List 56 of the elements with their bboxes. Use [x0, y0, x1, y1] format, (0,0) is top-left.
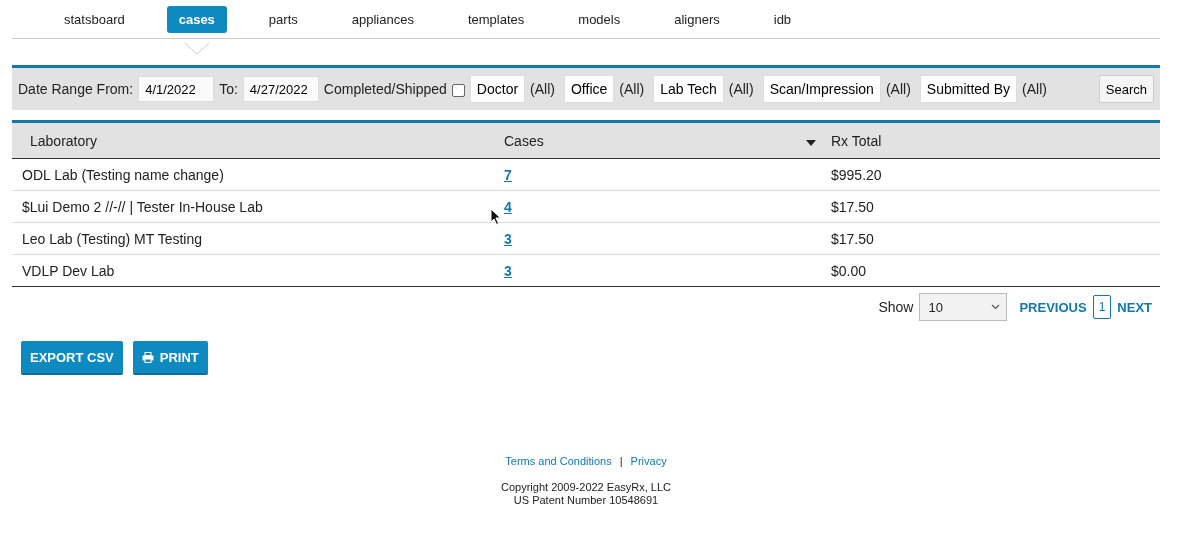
date-to-field[interactable]: 4/27/2022 [242, 76, 319, 102]
table-cell: Leo Lab (Testing) MT Testing [12, 222, 503, 255]
table-cell: VDLP Dev Lab [12, 254, 503, 287]
filter-button[interactable]: Office [563, 75, 615, 103]
print-button[interactable]: PRINT [132, 341, 208, 375]
nav-tab[interactable]: parts [256, 5, 310, 33]
column-header[interactable]: Cases [503, 121, 805, 159]
completed-checkbox[interactable] [451, 84, 465, 97]
privacy-link[interactable]: Privacy [630, 455, 667, 467]
nav-tab[interactable]: templates [455, 5, 537, 33]
filter-value: (All) [619, 81, 645, 97]
page-size-select[interactable]: 10 [919, 293, 1008, 321]
filter-label: To: [219, 81, 238, 97]
nav-tab[interactable]: statsboard [52, 5, 137, 33]
filter-value: (All) [530, 81, 555, 97]
chevron-down-icon [991, 304, 1001, 310]
pointer-notch-icon [184, 42, 209, 55]
table-cell: ODL Lab (Testing name change) [12, 158, 503, 191]
cases-link[interactable]: 3 [504, 262, 512, 279]
table-cell: $17.50 [831, 190, 1160, 223]
printer-icon [141, 351, 154, 363]
table-cell: $17.50 [831, 222, 1160, 255]
filter-value: (All) [1022, 81, 1047, 97]
cases-link[interactable]: 4 [504, 198, 512, 215]
page-number[interactable]: 1 [1092, 295, 1112, 319]
filter-value: (All) [728, 81, 754, 97]
mouse-pointer-icon [490, 208, 502, 226]
nav-tab[interactable]: idb [761, 5, 804, 33]
nav-tab[interactable]: aligners [662, 5, 732, 33]
nav-tab[interactable]: models [566, 5, 633, 33]
table-cell: $0.00 [831, 254, 1160, 287]
separator: | [619, 455, 623, 467]
previous-link[interactable]: PREVIOUS [1019, 299, 1087, 315]
sort-icon[interactable] [806, 139, 816, 146]
show-label: Show [878, 299, 914, 315]
cases-link[interactable]: 3 [504, 230, 512, 247]
table-cell: $995.20 [831, 158, 1160, 191]
filter-label: Completed/Shipped [323, 81, 447, 97]
filter-button[interactable]: Scan/Impression [762, 75, 881, 103]
nav-tab[interactable]: cases [166, 5, 227, 33]
copyright-text: Copyright 2009-2022 EasyRx, LLC [501, 481, 671, 494]
export-csv-button[interactable]: EXPORT CSV [21, 341, 123, 375]
filter-value: (All) [885, 81, 911, 97]
nav-tab[interactable]: appliances [339, 5, 426, 33]
date-from-field[interactable]: 4/1/2022 [138, 76, 215, 102]
patent-text: US Patent Number 10548691 [513, 494, 659, 507]
next-link[interactable]: NEXT [1117, 299, 1152, 315]
filter-button[interactable]: Doctor [469, 75, 526, 103]
terms-link[interactable]: Terms and Conditions [505, 455, 612, 467]
search-button[interactable]: Search [1098, 75, 1154, 103]
cases-link[interactable]: 7 [504, 166, 512, 183]
filter-button[interactable]: Lab Tech [653, 75, 724, 103]
column-header[interactable]: Laboratory [12, 121, 503, 159]
column-header[interactable]: Rx Total [831, 121, 1160, 159]
filter-label: Date Range From: [18, 81, 134, 97]
filter-button[interactable]: Submitted By [919, 75, 1018, 103]
